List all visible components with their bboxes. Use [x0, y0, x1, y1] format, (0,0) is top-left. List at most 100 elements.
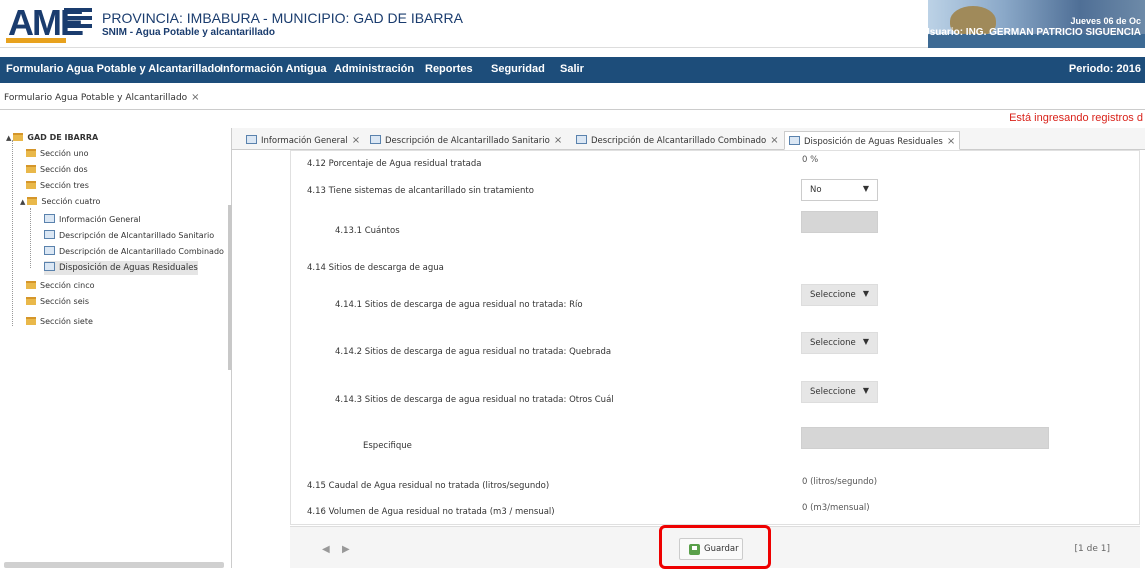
- logo-bar: [6, 38, 66, 43]
- close-icon[interactable]: ×: [554, 135, 562, 146]
- tree-item-label: Sección cinco: [40, 281, 95, 290]
- folder-icon: [26, 165, 36, 173]
- chevron-down-icon: ▼: [862, 289, 869, 298]
- main-menu: Formulario Agua Potable y Alcantarillado…: [0, 57, 1145, 83]
- tree-section-cinco[interactable]: Sección cinco: [26, 279, 95, 293]
- q4143-label: 4.14.3 Sitios de descarga de agua residu…: [335, 395, 614, 405]
- header-date: Jueves 06 de Oc: [1070, 16, 1141, 26]
- ame-logo: AME: [6, 4, 94, 44]
- tree-informacion-general[interactable]: Información General: [44, 213, 141, 227]
- tree-item-label: Descripción de Alcantarillado Combinado: [59, 247, 224, 256]
- tab-label: Descripción de Alcantarillado Combinado: [591, 136, 767, 146]
- tab-alcantarillado-combinado[interactable]: Descripción de Alcantarillado Combinado ×: [572, 131, 783, 150]
- tab-informacion-general[interactable]: Información General ×: [242, 131, 364, 150]
- page-icon: [789, 136, 800, 145]
- q4131-label: 4.13.1 Cuántos: [335, 226, 400, 236]
- section-tree: ▲ GAD DE IBARRA Sección uno Sección dos S…: [0, 128, 232, 568]
- tab-label: Descripción de Alcantarillado Sanitario: [385, 136, 550, 146]
- page-icon: [44, 230, 55, 239]
- menu-reportes[interactable]: Reportes: [425, 63, 473, 75]
- close-icon[interactable]: ×: [947, 136, 955, 147]
- menu-administracion[interactable]: Administración: [334, 63, 414, 75]
- close-icon[interactable]: ×: [352, 135, 360, 146]
- menu-formulario[interactable]: Formulario Agua Potable y Alcantarillado: [6, 63, 221, 75]
- close-icon[interactable]: ×: [770, 135, 778, 146]
- folder-icon: [26, 317, 36, 325]
- folder-icon: [13, 133, 24, 141]
- folder-icon: [27, 197, 38, 205]
- form-tabs: Información General × Descripción de Alca…: [232, 128, 1145, 150]
- folder-icon: [26, 149, 36, 157]
- prev-page-icon[interactable]: ◀: [322, 544, 330, 555]
- page-icon: [576, 135, 587, 144]
- header-subtitle: SNIM - Agua Potable y alcantarillado: [102, 27, 275, 38]
- tree-section-uno[interactable]: Sección uno: [26, 147, 89, 161]
- page-icon: [44, 262, 55, 271]
- tree-item-label: Sección uno: [40, 149, 89, 158]
- tree-scrollbar[interactable]: [228, 205, 232, 370]
- tree-line: [12, 140, 13, 326]
- collapse-icon[interactable]: ▲: [20, 195, 25, 209]
- close-icon[interactable]: ×: [191, 92, 199, 103]
- page-icon: [44, 246, 55, 255]
- chevron-down-icon: ▼: [862, 184, 869, 193]
- menu-seguridad[interactable]: Seguridad: [491, 63, 545, 75]
- tree-line: [30, 208, 31, 268]
- tree-alcantarillado-combinado[interactable]: Descripción de Alcantarillado Combinado: [44, 245, 224, 259]
- tab-alcantarillado-sanitario[interactable]: Descripción de Alcantarillado Sanitario ×: [366, 131, 566, 150]
- page-icon: [370, 135, 381, 144]
- header-user: Usuario: ING. GERMAN PATRICIO SIGUENCIA: [928, 27, 1141, 38]
- folder-icon: [26, 281, 36, 289]
- q412-value: 0 %: [802, 155, 819, 165]
- q415-label: 4.15 Caudal de Agua residual no tratada …: [307, 481, 550, 491]
- page-icon: [246, 135, 257, 144]
- chevron-down-icon: ▼: [862, 386, 869, 395]
- q413-select[interactable]: No ▼: [801, 179, 878, 201]
- tab-formulario-label: Formulario Agua Potable y Alcantarillado: [4, 93, 188, 103]
- tree-section-tres[interactable]: Sección tres: [26, 179, 89, 193]
- menu-salir[interactable]: Salir: [560, 63, 584, 75]
- q4131-input[interactable]: [801, 211, 878, 233]
- tab-formulario[interactable]: Formulario Agua Potable y Alcantarillado…: [4, 92, 200, 103]
- tab-disposicion-aguas[interactable]: Disposición de Aguas Residuales ×: [784, 131, 961, 150]
- q4143-select[interactable]: Seleccione ▼: [801, 381, 878, 403]
- menu-informacion-antigua[interactable]: Información Antigua: [220, 63, 327, 75]
- tree-root[interactable]: ▲ GAD DE IBARRA: [6, 131, 98, 145]
- tree-section-cuatro[interactable]: ▲ Sección cuatro: [20, 195, 100, 209]
- q4141-value: Seleccione: [810, 290, 856, 300]
- tree-horizontal-scrollbar[interactable]: [4, 562, 224, 568]
- tree-section-dos[interactable]: Sección dos: [26, 163, 88, 177]
- q413-value: No: [810, 185, 822, 195]
- q4142-select[interactable]: Seleccione ▼: [801, 332, 878, 354]
- tree-disposicion-aguas[interactable]: Disposición de Aguas Residuales: [44, 261, 198, 275]
- tree-alcantarillado-sanitario[interactable]: Descripción de Alcantarillado Sanitario: [44, 229, 214, 243]
- q4141-label: 4.14.1 Sitios de descarga de agua residu…: [335, 300, 583, 310]
- page-count: [1 de 1]: [1074, 544, 1110, 554]
- q412-label: 4.12 Porcentaje de Agua residual tratada: [307, 159, 482, 169]
- especifique-label: Especifique: [363, 441, 412, 451]
- collapse-icon[interactable]: ▲: [6, 131, 11, 145]
- tree-item-label: Sección cuatro: [41, 197, 101, 206]
- next-page-icon[interactable]: ▶: [342, 544, 350, 555]
- tab-label: Información General: [261, 136, 348, 146]
- especifique-input[interactable]: [801, 427, 1049, 449]
- highlight-box: [659, 525, 771, 569]
- periodo-label: Periodo: 2016: [1068, 63, 1141, 75]
- header-title: PROVINCIA: IMBABURA - MUNICIPIO: GAD DE …: [102, 10, 463, 26]
- tab-label: Disposición de Aguas Residuales: [804, 137, 943, 147]
- q416-label: 4.16 Volumen de Agua residual no tratada…: [307, 507, 555, 517]
- notice-text: Está ingresando registros d: [1009, 112, 1143, 124]
- q413-label: 4.13 Tiene sistemas de alcantarillado si…: [307, 186, 534, 196]
- tree-item-label: Sección tres: [40, 181, 89, 190]
- tree-item-label: Sección seis: [40, 297, 90, 306]
- q416-value: 0 (m3/mensual): [802, 503, 870, 513]
- tree-section-seis[interactable]: Sección seis: [26, 295, 89, 309]
- page-tabs: Formulario Agua Potable y Alcantarillado…: [0, 88, 1145, 110]
- tree-item-label: Disposición de Aguas Residuales: [59, 263, 198, 273]
- app-header: AME PROVINCIA: IMBABURA - MUNICIPIO: GAD…: [0, 0, 1145, 48]
- tree-section-siete[interactable]: Sección siete: [26, 315, 93, 329]
- q4141-select[interactable]: Seleccione ▼: [801, 284, 878, 306]
- tree-item-label: Información General: [59, 215, 141, 224]
- header-photo: Jueves 06 de Oc Usuario: ING. GERMAN PAT…: [928, 0, 1145, 48]
- q4142-label: 4.14.2 Sitios de descarga de agua residu…: [335, 347, 612, 357]
